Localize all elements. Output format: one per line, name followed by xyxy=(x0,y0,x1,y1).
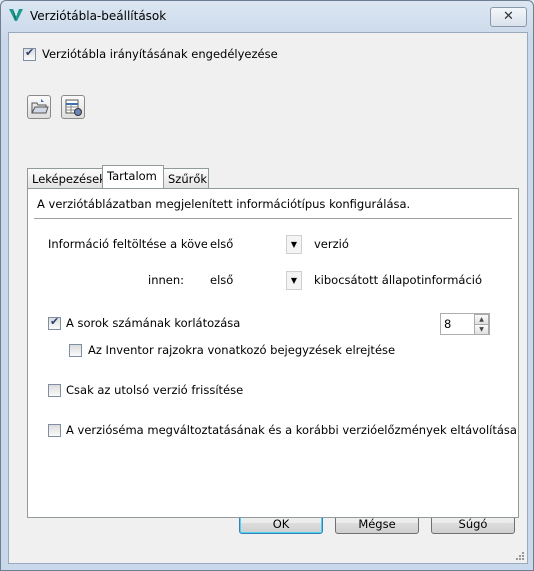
resize-grip-icon[interactable] xyxy=(515,551,525,561)
table-settings-button[interactable] xyxy=(61,95,85,119)
hide-inventor-label: Az Inventor rajzokra vonatkozó bejegyzés… xyxy=(88,343,396,357)
separator xyxy=(34,218,512,220)
from-label: innen: xyxy=(148,273,185,287)
close-icon: ✕ xyxy=(503,9,514,24)
checkmark-icon: ✔ xyxy=(25,46,35,59)
from-status-select[interactable]: első ▼ xyxy=(207,270,302,290)
checkmark-icon: ✔ xyxy=(50,315,60,328)
table-settings-icon xyxy=(65,99,82,116)
spin-down-icon[interactable]: ▼ xyxy=(474,324,489,335)
import-settings-button[interactable] xyxy=(27,95,51,119)
import-folder-icon xyxy=(31,99,49,114)
limit-rows-checkbox[interactable]: ✔ xyxy=(48,315,61,330)
tab-filters[interactable]: Szűrők xyxy=(163,168,209,188)
enable-version-table-label: Verziótábla irányításának engedélyezése xyxy=(42,47,278,61)
row-count-value: 8 xyxy=(444,317,452,331)
tab-mappings[interactable]: Leképezések xyxy=(27,168,106,188)
title-bar[interactable]: Verziótábla-beállítások ✕ xyxy=(1,1,533,31)
remove-history-checkbox[interactable] xyxy=(48,424,61,437)
hide-inventor-checkbox[interactable] xyxy=(69,344,82,357)
content-tab-panel: A verziótáblázatban megjelenített inform… xyxy=(27,188,519,518)
latest-only-checkbox[interactable] xyxy=(48,384,61,397)
content-description: A verziótáblázatban megjelenített inform… xyxy=(37,197,411,211)
dialog-window: Verziótábla-beállítások ✕ ✔ Verziótábla … xyxy=(0,0,534,571)
latest-only-label: Csak az utolsó verzió frissítése xyxy=(66,383,244,397)
row-count-stepper[interactable]: 8 ▲ ▼ xyxy=(440,313,490,335)
remove-history-label: A verzióséma megváltoztatásának és a kor… xyxy=(66,423,517,437)
close-button[interactable]: ✕ xyxy=(490,7,527,27)
window-title: Verziótábla-beállítások xyxy=(30,9,167,23)
enable-version-table-checkbox[interactable]: ✔ xyxy=(23,46,36,61)
tab-content[interactable]: Tartalom xyxy=(102,165,164,188)
from-suffix-label: kibocsátott állapotinformáció xyxy=(314,273,482,287)
limit-rows-label: A sorok számának korlátozása xyxy=(66,316,241,330)
fill-suffix-label: verzió xyxy=(314,237,349,251)
fill-version-select[interactable]: első ▼ xyxy=(207,234,302,254)
dialog-client-area: ✔ Verziótábla irányításának engedélyezés… xyxy=(8,32,528,564)
chevron-down-icon: ▼ xyxy=(286,271,302,290)
fill-label: Információ feltöltése a következő xyxy=(48,237,207,251)
chevron-down-icon: ▼ xyxy=(286,235,302,254)
app-v-logo-icon xyxy=(9,9,23,21)
